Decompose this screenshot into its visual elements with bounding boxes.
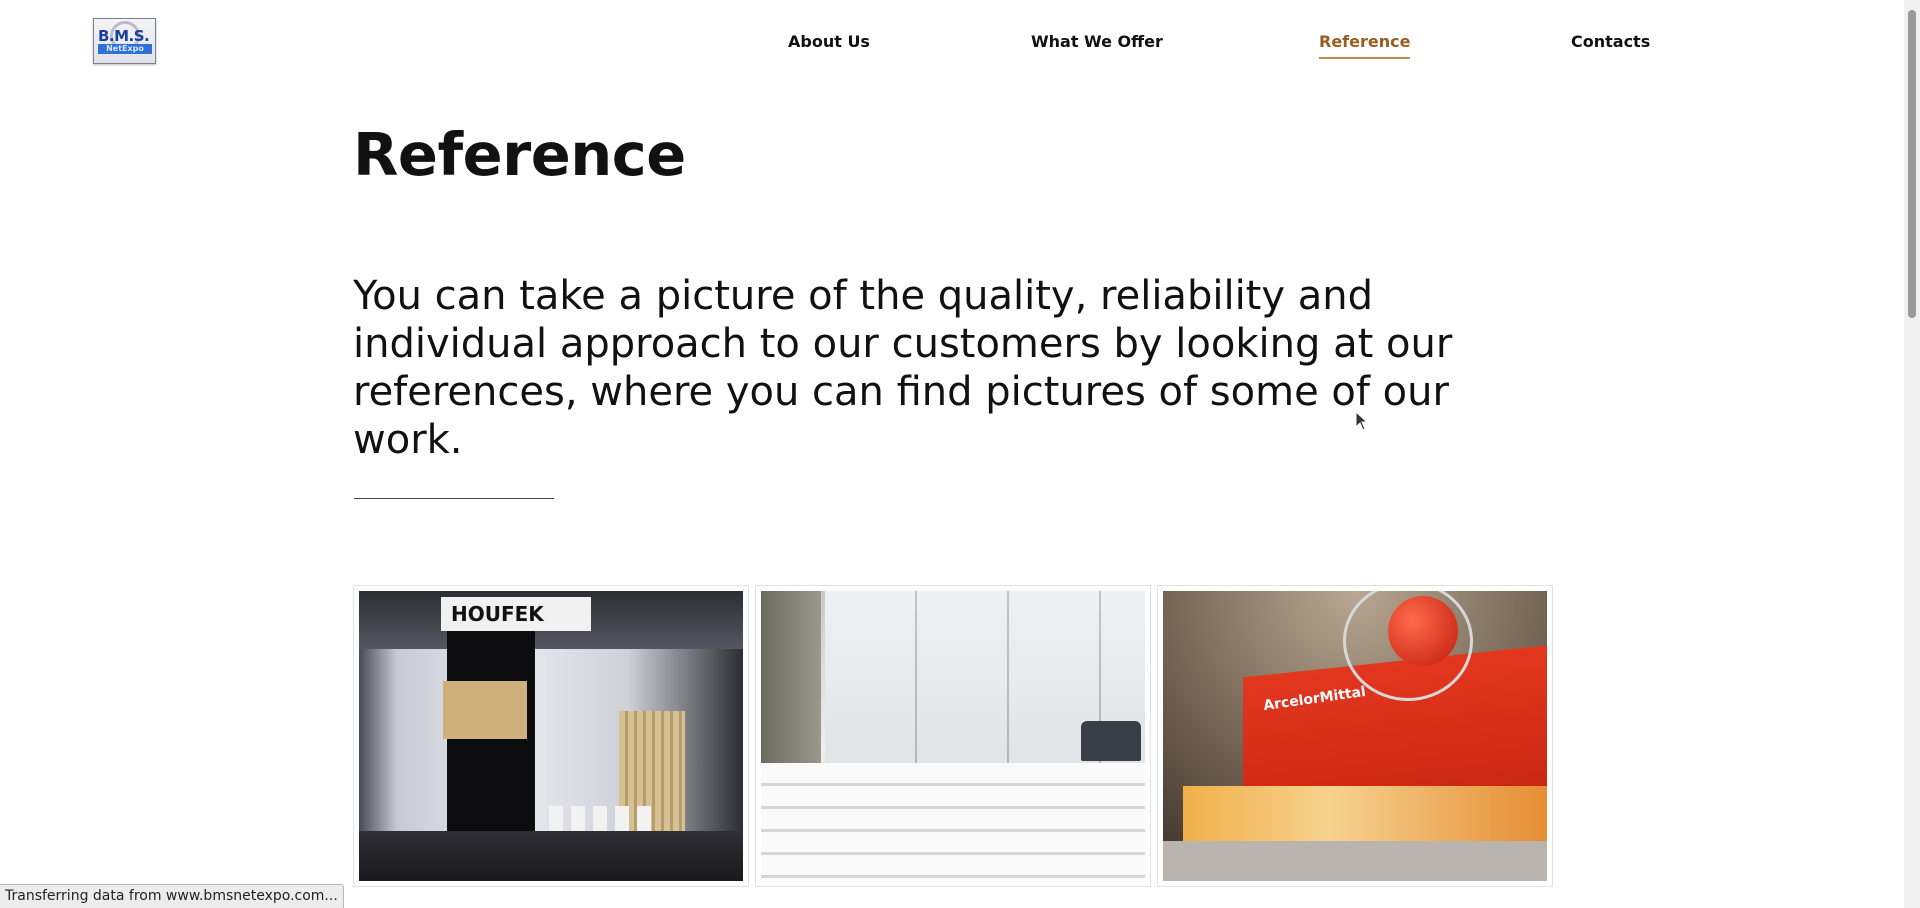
logo-text-top: B.M.S. [98,27,150,45]
scrollbar-thumb[interactable] [1908,10,1916,318]
site-header: B.M.S. NetExpo About Us What We Offer Re… [0,0,1904,88]
logo-text-bottom: NetExpo [98,44,152,54]
gallery-image-white-staircase [761,591,1145,881]
gallery-image-arcelormittal-booth: ArcelorMittal [1163,591,1547,881]
nav-item-what-we-offer[interactable]: What We Offer [1031,32,1163,51]
booth-floor [359,831,743,881]
section-divider [354,498,554,499]
nav-item-reference[interactable]: Reference [1319,32,1411,59]
booth-sign: HOUFEK [441,597,591,631]
gallery-item-arcelormittal[interactable]: ArcelorMittal [1157,585,1553,887]
car-shape [1081,721,1141,761]
booth-wood-panel [443,681,527,739]
page-scrollbar[interactable] [1904,0,1920,908]
company-logo[interactable]: B.M.S. NetExpo [93,18,156,64]
gallery-image-houfek-booth: HOUFEK [359,591,743,881]
white-stairs [761,763,1145,881]
intro-paragraph: You can take a picture of the quality, r… [353,273,1453,463]
red-sphere [1388,596,1458,666]
page-title: Reference [353,120,686,189]
gallery-item-staircase[interactable] [755,585,1151,887]
stone-wall [761,591,821,771]
mouse-cursor-icon [1355,411,1369,431]
browser-status-bar: Transferring data from www.bmsnetexpo.co… [0,884,344,908]
nav-item-about-us[interactable]: About Us [788,32,870,51]
nav-item-contacts[interactable]: Contacts [1571,32,1650,51]
exhibition-floor [1163,841,1547,881]
reference-gallery: HOUFEK ArcelorMittal [353,585,1556,890]
gallery-item-houfek[interactable]: HOUFEK [353,585,749,887]
